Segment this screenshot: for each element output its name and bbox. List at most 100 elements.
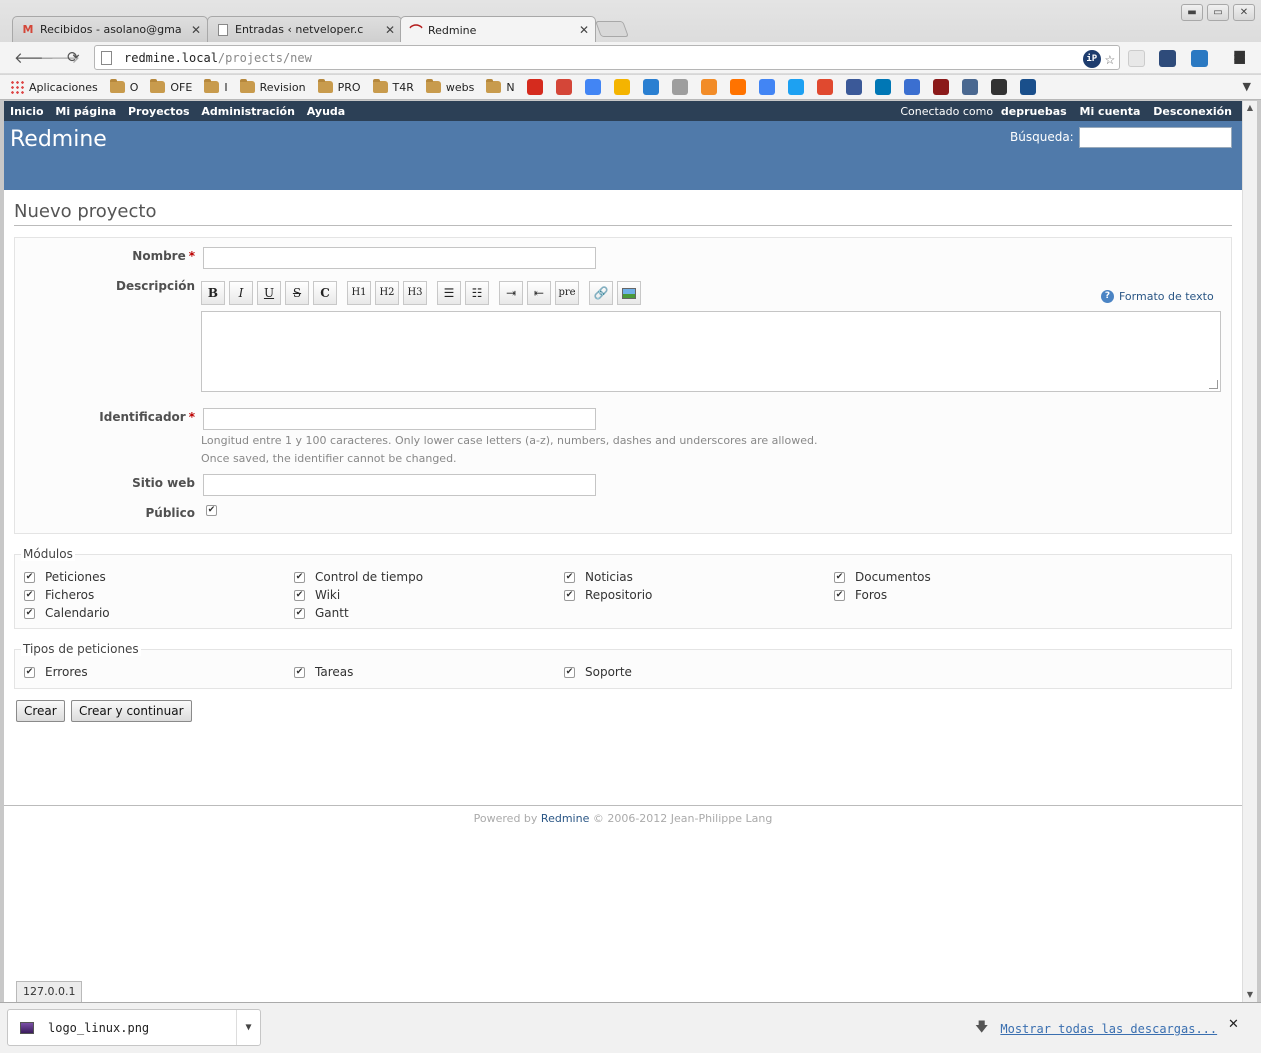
website-input[interactable]: [203, 474, 596, 496]
bookmark-folder[interactable]: OFE: [150, 79, 192, 94]
user-link[interactable]: depruebas: [1001, 105, 1067, 118]
tab-redmine[interactable]: ⌒ Redmine ✕: [400, 16, 596, 43]
address-bar[interactable]: redmine.local/projects/new iP ☆: [94, 45, 1120, 70]
show-all-downloads-link[interactable]: Mostrar todas las descargas...: [1000, 1022, 1217, 1036]
ordered-list-icon[interactable]: ☷: [465, 281, 489, 305]
module-checkbox[interactable]: ✔: [294, 590, 305, 601]
bookmark-site-icon[interactable]: [874, 79, 891, 95]
close-tab-icon[interactable]: ✕: [385, 23, 395, 37]
footer-redmine-link[interactable]: Redmine: [541, 812, 589, 825]
code-button[interactable]: C: [313, 281, 337, 305]
tab-netveloper[interactable]: Entradas ‹ netveloper.c ✕: [207, 16, 402, 42]
scroll-up-icon[interactable]: ▲: [1243, 101, 1257, 115]
close-tab-icon[interactable]: ✕: [191, 23, 201, 37]
name-input[interactable]: [203, 247, 596, 269]
module-checkbox[interactable]: ✔: [24, 608, 35, 619]
bookmark-site-icon[interactable]: [613, 79, 630, 95]
bookmark-site-icon[interactable]: [555, 79, 572, 95]
bookmark-site-icon[interactable]: [990, 79, 1007, 95]
chevron-down-icon[interactable]: ▼: [236, 1010, 260, 1045]
bookmark-site-icon[interactable]: [787, 79, 804, 95]
bookmark-site-icon[interactable]: [932, 79, 949, 95]
bookmark-folder[interactable]: I: [204, 79, 228, 94]
heading3-button[interactable]: H3: [403, 281, 427, 305]
bookmark-site-icon[interactable]: [584, 79, 601, 95]
bookmark-site-icon[interactable]: [816, 79, 833, 95]
heading2-button[interactable]: H2: [375, 281, 399, 305]
close-window-icon[interactable]: ✕: [1233, 4, 1255, 21]
bookmark-star-icon[interactable]: ☆: [1105, 49, 1115, 69]
indent-icon[interactable]: ⇥: [499, 281, 523, 305]
close-tab-icon[interactable]: ✕: [579, 23, 589, 37]
bookmark-site-icon[interactable]: [729, 79, 746, 95]
extension-icon[interactable]: [1128, 50, 1145, 67]
bookmark-site-icon[interactable]: [526, 79, 543, 95]
text-format-help-link[interactable]: ? Formato de texto: [1101, 290, 1214, 303]
module-checkbox[interactable]: ✔: [564, 590, 575, 601]
pre-button[interactable]: pre: [555, 281, 579, 305]
bookmark-folder[interactable]: webs: [425, 79, 474, 94]
outdent-icon[interactable]: ⇤: [527, 281, 551, 305]
menu-help-link[interactable]: Ayuda: [307, 105, 345, 118]
bookmark-apps[interactable]: Aplicaciones: [10, 80, 98, 94]
italic-button[interactable]: I: [229, 281, 253, 305]
menu-home-link[interactable]: Inicio: [10, 105, 44, 118]
show-all-downloads[interactable]: 🡇 Mostrar todas las descargas...: [975, 1018, 1217, 1040]
description-textarea[interactable]: [201, 311, 1221, 392]
bookmark-site-icon[interactable]: [758, 79, 775, 95]
menu-projects-link[interactable]: Proyectos: [128, 105, 190, 118]
scroll-down-icon[interactable]: ▼: [1243, 988, 1257, 1002]
module-checkbox[interactable]: ✔: [834, 590, 845, 601]
download-item[interactable]: logo_linux.png ▼: [7, 1009, 261, 1046]
bookmark-folder[interactable]: T4R: [372, 79, 414, 94]
bookmark-site-icon[interactable]: [961, 79, 978, 95]
tracker-checkbox[interactable]: ✔: [564, 667, 575, 678]
logout-link[interactable]: Desconexión: [1153, 105, 1232, 118]
tab-gmail[interactable]: M Recibidos - asolano@gma ✕: [12, 16, 208, 42]
bookmark-folder[interactable]: N: [486, 79, 515, 94]
strike-button[interactable]: S: [285, 281, 309, 305]
my-account-link[interactable]: Mi cuenta: [1080, 105, 1141, 118]
create-button[interactable]: Crear: [16, 700, 65, 722]
bookmark-folder[interactable]: PRO: [317, 79, 361, 94]
menu-admin-link[interactable]: Administración: [201, 105, 295, 118]
heading1-button[interactable]: H1: [347, 281, 371, 305]
tracker-checkbox[interactable]: ✔: [24, 667, 35, 678]
menu-my-page-link[interactable]: Mi página: [55, 105, 116, 118]
minimize-icon[interactable]: ▬: [1181, 4, 1203, 21]
new-tab-button[interactable]: [595, 21, 629, 37]
bookmark-folder[interactable]: O: [109, 79, 138, 94]
extension-icon[interactable]: [1191, 50, 1208, 67]
bookmark-site-icon[interactable]: [700, 79, 717, 95]
public-checkbox[interactable]: ✔: [206, 505, 217, 516]
module-checkbox[interactable]: ✔: [564, 572, 575, 583]
module-checkbox[interactable]: ✔: [834, 572, 845, 583]
bookmark-site-icon[interactable]: [642, 79, 659, 95]
bookmark-site-icon[interactable]: [845, 79, 862, 95]
create-continue-button[interactable]: Crear y continuar: [71, 700, 192, 722]
module-checkbox[interactable]: ✔: [294, 608, 305, 619]
vertical-scrollbar[interactable]: ▲ ▼: [1242, 101, 1257, 1002]
module-checkbox[interactable]: ✔: [294, 572, 305, 583]
underline-button[interactable]: U: [257, 281, 281, 305]
close-icon[interactable]: ✕: [1228, 1017, 1239, 1032]
reload-icon[interactable]: ⟳: [67, 48, 80, 66]
ip-extension-icon[interactable]: iP: [1082, 50, 1101, 68]
bookmark-site-icon[interactable]: [1019, 79, 1036, 95]
link-icon[interactable]: 🔗: [589, 281, 613, 305]
maximize-icon[interactable]: ▭: [1207, 4, 1229, 21]
bold-button[interactable]: B: [201, 281, 225, 305]
module-checkbox[interactable]: ✔: [24, 590, 35, 601]
search-input[interactable]: [1079, 127, 1232, 148]
menu-icon[interactable]: ▬ ▬ ▬: [1233, 46, 1247, 68]
module-checkbox[interactable]: ✔: [24, 572, 35, 583]
bookmark-site-icon[interactable]: [671, 79, 688, 95]
unordered-list-icon[interactable]: ☰: [437, 281, 461, 305]
bookmark-site-icon[interactable]: [903, 79, 920, 95]
page-info-icon[interactable]: [101, 50, 112, 65]
extension-icon[interactable]: [1159, 50, 1176, 67]
bookmark-folder[interactable]: Revision: [239, 79, 306, 94]
tracker-checkbox[interactable]: ✔: [294, 667, 305, 678]
identifier-input[interactable]: [203, 408, 596, 430]
image-icon[interactable]: [617, 281, 641, 305]
